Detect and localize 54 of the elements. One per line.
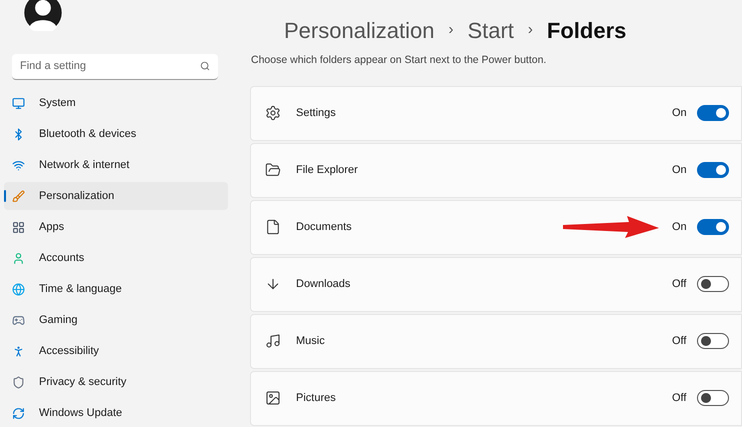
document-icon — [265, 219, 281, 236]
nav-item[interactable]: Accessibility — [4, 337, 228, 365]
toggle-switch[interactable] — [697, 162, 729, 178]
toggle-state: On — [672, 220, 688, 235]
music-note-icon — [265, 333, 281, 350]
nav-item[interactable]: System — [4, 89, 228, 117]
search-field[interactable]: Find a setting — [12, 54, 218, 80]
setting-label: File Explorer — [296, 163, 359, 178]
breadcrumb-separator: › — [528, 20, 533, 40]
nav-item[interactable]: Bluetooth & devices — [4, 120, 228, 148]
nav-item[interactable]: Privacy & security — [4, 368, 228, 396]
apps-icon — [12, 220, 25, 234]
monitor-icon — [12, 96, 25, 110]
nav-item[interactable]: Windows Update — [4, 399, 228, 427]
folder-icon — [265, 162, 281, 178]
nav-item[interactable]: Time & language — [4, 275, 228, 303]
toggle-switch[interactable] — [697, 219, 729, 236]
toggle-switch[interactable] — [697, 276, 729, 292]
toggle-switch[interactable] — [697, 333, 729, 350]
person-icon — [12, 252, 25, 264]
breadcrumb-link[interactable]: Start — [467, 14, 514, 47]
nav-item[interactable]: Network & internet — [4, 151, 228, 179]
setting-label: Documents — [296, 220, 353, 235]
selection-indicator — [4, 190, 6, 202]
nav-item[interactable]: Personalization — [4, 182, 228, 210]
toggle-switch[interactable] — [697, 105, 729, 122]
globe-icon — [12, 282, 25, 296]
setting-label: Settings — [296, 106, 337, 121]
breadcrumb-separator: › — [448, 20, 454, 40]
search-icon — [200, 61, 210, 72]
breadcrumb-link[interactable]: Personalization — [284, 14, 434, 47]
update-icon — [12, 406, 25, 420]
toggle-state: On — [672, 163, 688, 178]
nav-item[interactable]: Apps — [4, 213, 228, 241]
description: Choose which folders appear on Start next to the Power button. — [251, 53, 548, 68]
page-title: Folders — [546, 17, 626, 45]
brush-icon — [12, 190, 25, 202]
setting-label: Downloads — [296, 277, 352, 292]
gear-icon — [265, 105, 281, 122]
toggle-state: Off — [672, 391, 688, 406]
toggle-state: Off — [672, 334, 688, 349]
bluetooth-icon — [12, 128, 25, 140]
toggle-state: Off — [672, 277, 688, 292]
setting-label: Pictures — [296, 391, 337, 406]
wifi-icon — [12, 158, 25, 172]
toggle-switch[interactable] — [697, 390, 729, 406]
setting-label: Music — [296, 334, 326, 349]
toggle-state: On — [672, 106, 688, 121]
nav-item[interactable]: Accounts — [4, 244, 228, 272]
image-icon — [265, 390, 281, 406]
gamepad-icon — [12, 314, 25, 326]
nav-item[interactable]: Gaming — [4, 306, 228, 334]
shield-icon — [12, 376, 25, 388]
accessibility-icon — [12, 344, 25, 358]
